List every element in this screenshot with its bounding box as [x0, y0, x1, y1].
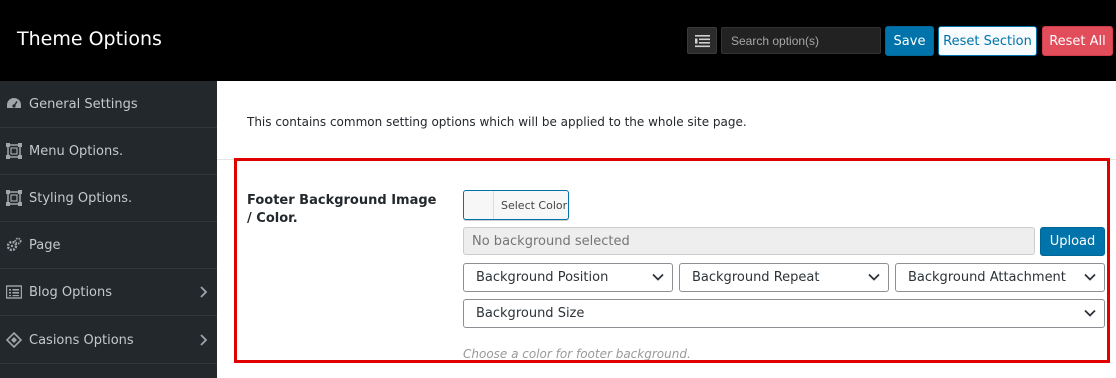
sidebar-item-general-settings[interactable]: General Settings — [0, 81, 217, 128]
sidebar-item-casions-options[interactable]: Casions Options — [0, 317, 217, 364]
section-description: This contains common setting options whi… — [247, 115, 747, 129]
save-button[interactable]: Save — [885, 26, 934, 56]
chevron-right-icon — [200, 286, 207, 298]
sidebar-item-label: Page — [29, 237, 61, 253]
reset-all-button[interactable]: Reset All — [1042, 26, 1113, 56]
search-input[interactable] — [721, 27, 881, 54]
list-icon — [6, 285, 22, 299]
highlight-box — [234, 158, 1110, 363]
main-content: This contains common setting options whi… — [217, 81, 1116, 378]
sidebar: General Settings Menu Options. Styling O… — [0, 81, 217, 378]
list-toggle-button[interactable] — [687, 27, 717, 54]
screenoptions-icon — [6, 190, 22, 206]
list-toggle-icon — [695, 35, 710, 48]
sidebar-item-styling-options[interactable]: Styling Options. — [0, 175, 217, 222]
sidebar-item-label: Blog Options — [29, 284, 113, 300]
reset-section-button[interactable]: Reset Section — [938, 26, 1037, 56]
sidebar-item-label: Styling Options. — [29, 190, 133, 206]
screenoptions-icon — [6, 143, 22, 159]
sidebar-item-blog-options[interactable]: Blog Options — [0, 269, 217, 316]
gears-icon — [6, 237, 22, 252]
header-bar: Theme Options Save Reset Section Reset A… — [0, 0, 1116, 81]
chevron-right-icon — [200, 334, 207, 346]
sidebar-item-menu-options[interactable]: Menu Options. — [0, 128, 217, 175]
sidebar-item-label: General Settings — [29, 96, 138, 112]
dashboard-icon — [7, 98, 21, 108]
diamond-icon — [6, 332, 22, 348]
sidebar-item-label: Menu Options. — [29, 143, 124, 159]
page-title: Theme Options — [17, 28, 162, 50]
sidebar-item-label: Casions Options — [29, 332, 134, 348]
theme-options-page: Theme Options Save Reset Section Reset A… — [0, 0, 1116, 378]
sidebar-item-page[interactable]: Page — [0, 222, 217, 269]
